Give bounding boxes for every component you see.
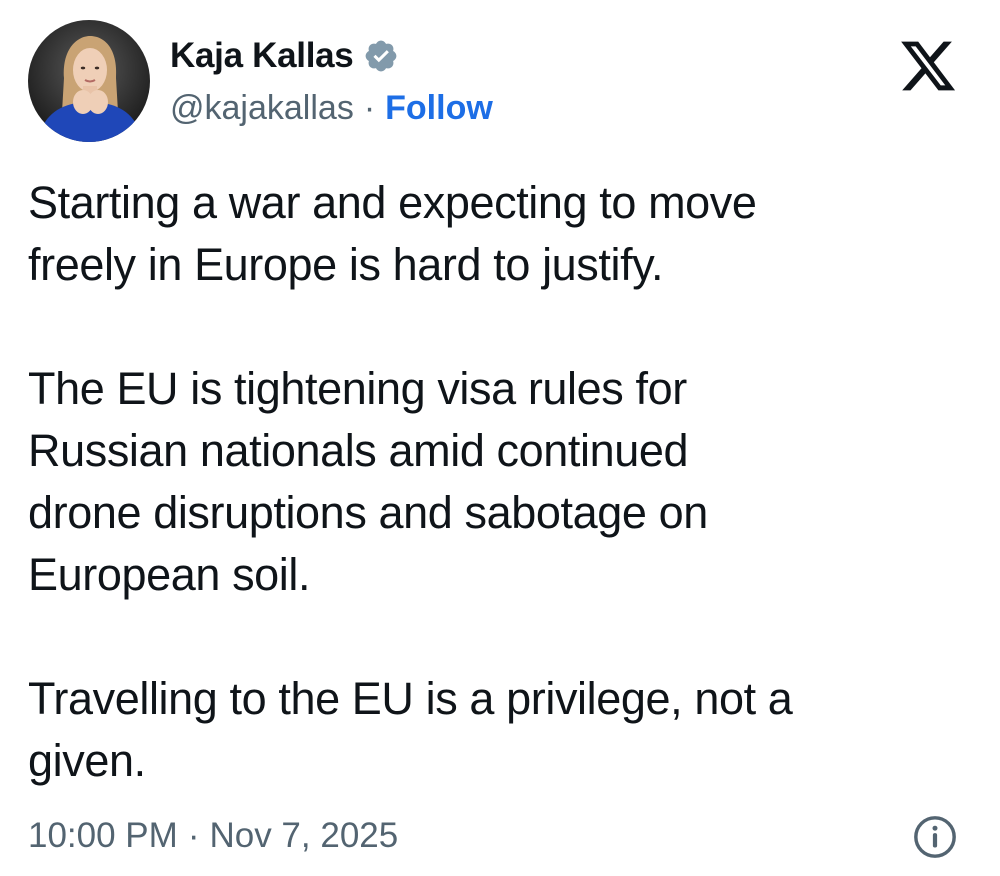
time-separator: · (187, 816, 200, 855)
info-icon[interactable] (912, 814, 958, 860)
author-display-name[interactable]: Kaja Kallas (170, 36, 354, 76)
tweet-paragraph: The EU is tightening visa rules for Russ… (28, 363, 708, 600)
x-logo-icon[interactable] (898, 36, 958, 96)
tweet-card: Kaja Kallas @kajakallas · Follow Startin… (0, 0, 1000, 876)
tweet-paragraph: Starting a war and expecting to move fre… (28, 177, 757, 290)
follow-button[interactable]: Follow (385, 89, 493, 128)
tweet-paragraph: Travelling to the EU is a privilege, not… (28, 673, 793, 786)
author-info: Kaja Kallas @kajakallas · Follow (170, 32, 493, 136)
tweet-header: Kaja Kallas @kajakallas · Follow (28, 20, 972, 144)
tweet-text: Starting a war and expecting to move fre… (28, 172, 968, 792)
author-handle[interactable]: @kajakallas (170, 89, 354, 128)
verified-badge-icon (363, 38, 399, 74)
handle-row: @kajakallas · Follow (170, 80, 493, 136)
tweet-footer: 10:00 PM · Nov 7, 2025 (28, 808, 958, 864)
avatar-photo (28, 20, 150, 142)
handle-separator: · (363, 88, 376, 127)
avatar[interactable] (28, 20, 150, 142)
tweet-time[interactable]: 10:00 PM (28, 816, 178, 856)
tweet-date[interactable]: Nov 7, 2025 (209, 816, 398, 856)
name-row: Kaja Kallas (170, 32, 493, 80)
